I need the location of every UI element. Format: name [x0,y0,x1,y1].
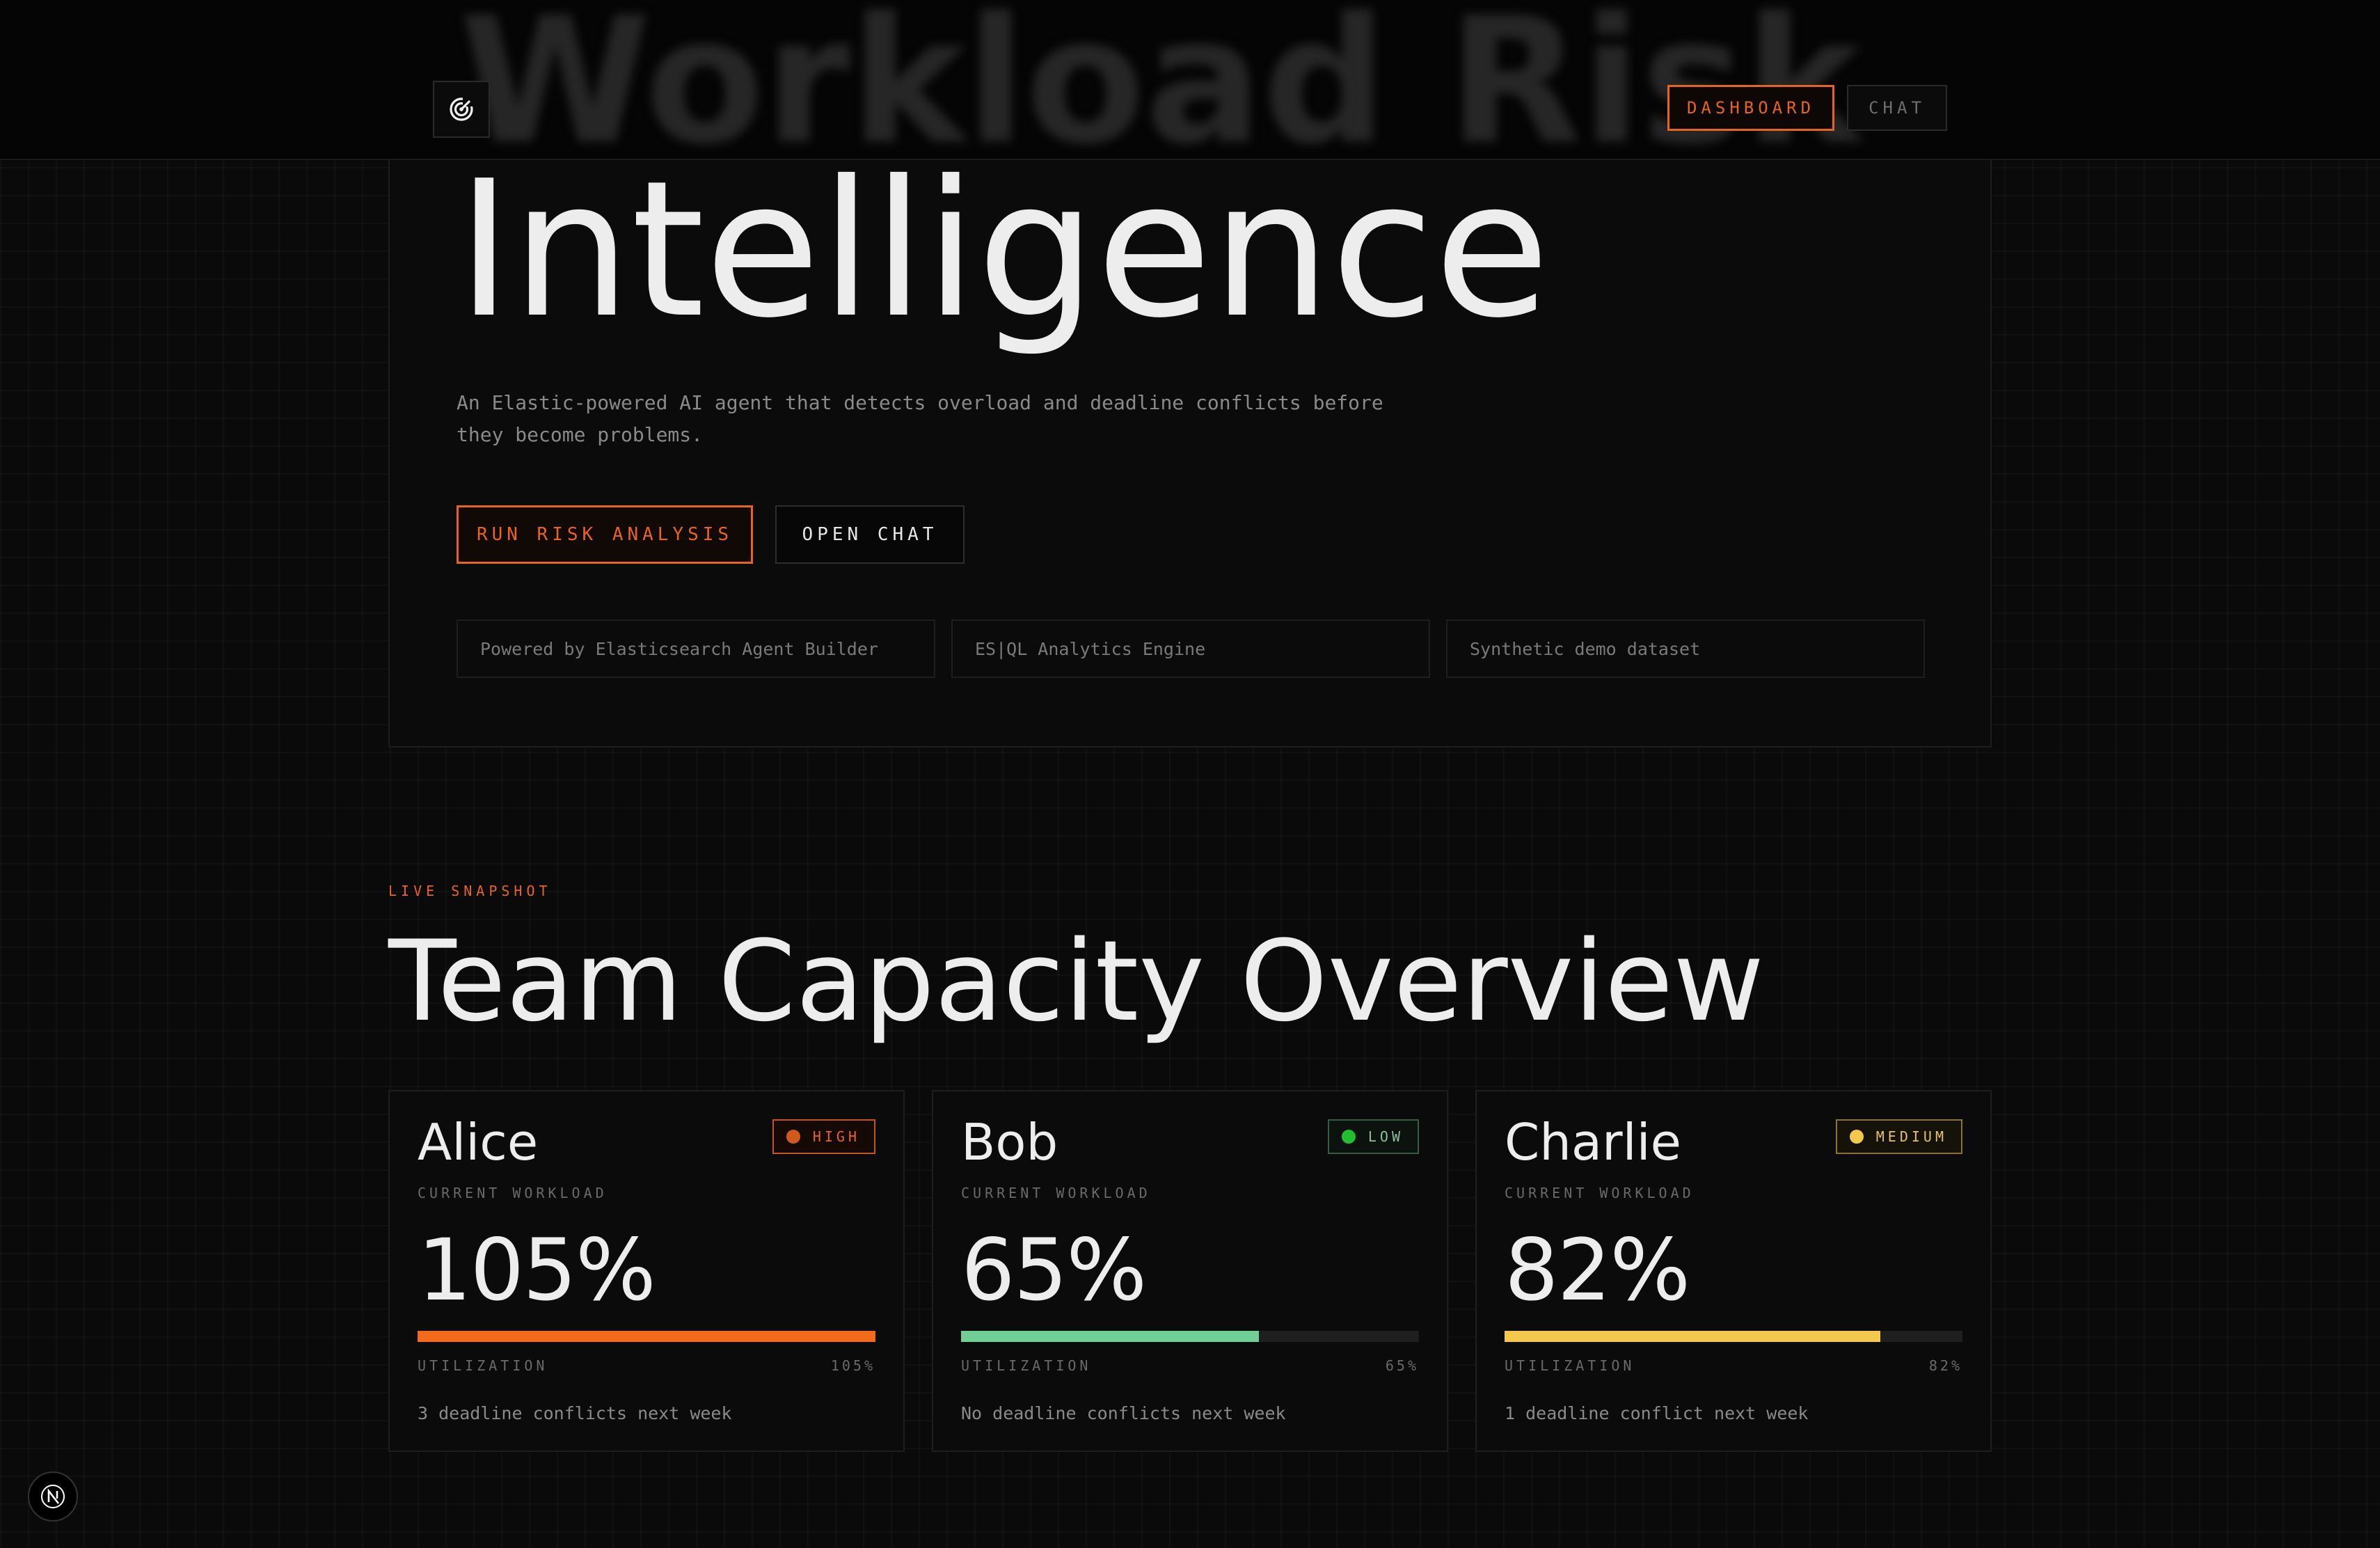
utilization-label: UTILIZATION [418,1357,548,1374]
risk-badge-label: MEDIUM [1875,1128,1947,1145]
utilization-label: UTILIZATION [961,1357,1092,1374]
utilization-bar [1505,1331,1962,1342]
utilization-bar-fill [961,1331,1259,1342]
feature-pill-esql: ES|QL Analytics Engine [951,619,1430,678]
nextjs-logo-icon [41,1485,65,1508]
member-name: Charlie [1505,1113,1681,1171]
utilization-bar [418,1331,875,1342]
utilization-value: 65% [1385,1357,1419,1374]
deadline-note: 3 deadline conflicts next week [418,1403,732,1423]
logo-button[interactable] [433,81,490,138]
risk-badge-low: LOW [1327,1119,1419,1154]
section-eyebrow: LIVE SNAPSHOT [388,883,552,899]
workload-percent: 105% [418,1221,656,1320]
section-title: Team Capacity Overview [388,916,1765,1046]
utilization-label: UTILIZATION [1505,1357,1635,1374]
workload-caption: CURRENT WORKLOAD [1505,1185,1695,1201]
hero-description: An Elastic-powered AI agent that detects… [457,391,1383,446]
feature-pill-agent-builder: Powered by Elasticsearch Agent Builder [457,619,935,678]
risk-badge-label: HIGH [812,1128,860,1145]
workload-percent: 82% [1505,1221,1690,1320]
member-name: Bob [961,1113,1058,1171]
status-dot-icon [786,1130,800,1144]
nav-chat-button[interactable]: CHAT [1847,85,1947,131]
capacity-card-bob: Bob LOW CURRENT WORKLOAD 65% UTILIZATION… [932,1090,1448,1452]
status-dot-icon [1849,1130,1864,1144]
nav-dashboard-button[interactable]: DASHBOARD [1667,85,1834,131]
deadline-note: 1 deadline conflict next week [1505,1403,1809,1423]
utilization-value: 82% [1928,1357,1962,1374]
deadline-note: No deadline conflicts next week [961,1403,1286,1423]
workload-caption: CURRENT WORKLOAD [418,1185,608,1201]
risk-badge-high: HIGH [772,1119,875,1154]
top-navigation-bar [0,0,2380,160]
dev-tools-indicator-button[interactable] [28,1471,78,1522]
utilization-bar [961,1331,1419,1342]
hero-title: Intelligence [457,140,1550,359]
status-dot-icon [1341,1130,1356,1144]
utilization-value: 105% [830,1357,875,1374]
radar-target-icon [450,97,474,121]
workload-caption: CURRENT WORKLOAD [961,1185,1151,1201]
capacity-card-charlie: Charlie MEDIUM CURRENT WORKLOAD 82% UTIL… [1475,1090,1992,1452]
member-name: Alice [418,1113,539,1171]
run-risk-analysis-button[interactable]: RUN RISK ANALYSIS [457,505,753,564]
risk-badge-medium: MEDIUM [1835,1119,1962,1154]
risk-badge-label: LOW [1367,1128,1404,1145]
open-chat-button[interactable]: OPEN CHAT [775,505,965,564]
workload-percent: 65% [961,1221,1147,1320]
utilization-bar-fill [1505,1331,1880,1342]
utilization-bar-fill [418,1331,875,1342]
feature-pill-dataset: Synthetic demo dataset [1446,619,1925,678]
capacity-card-alice: Alice HIGH CURRENT WORKLOAD 105% UTILIZA… [388,1090,905,1452]
